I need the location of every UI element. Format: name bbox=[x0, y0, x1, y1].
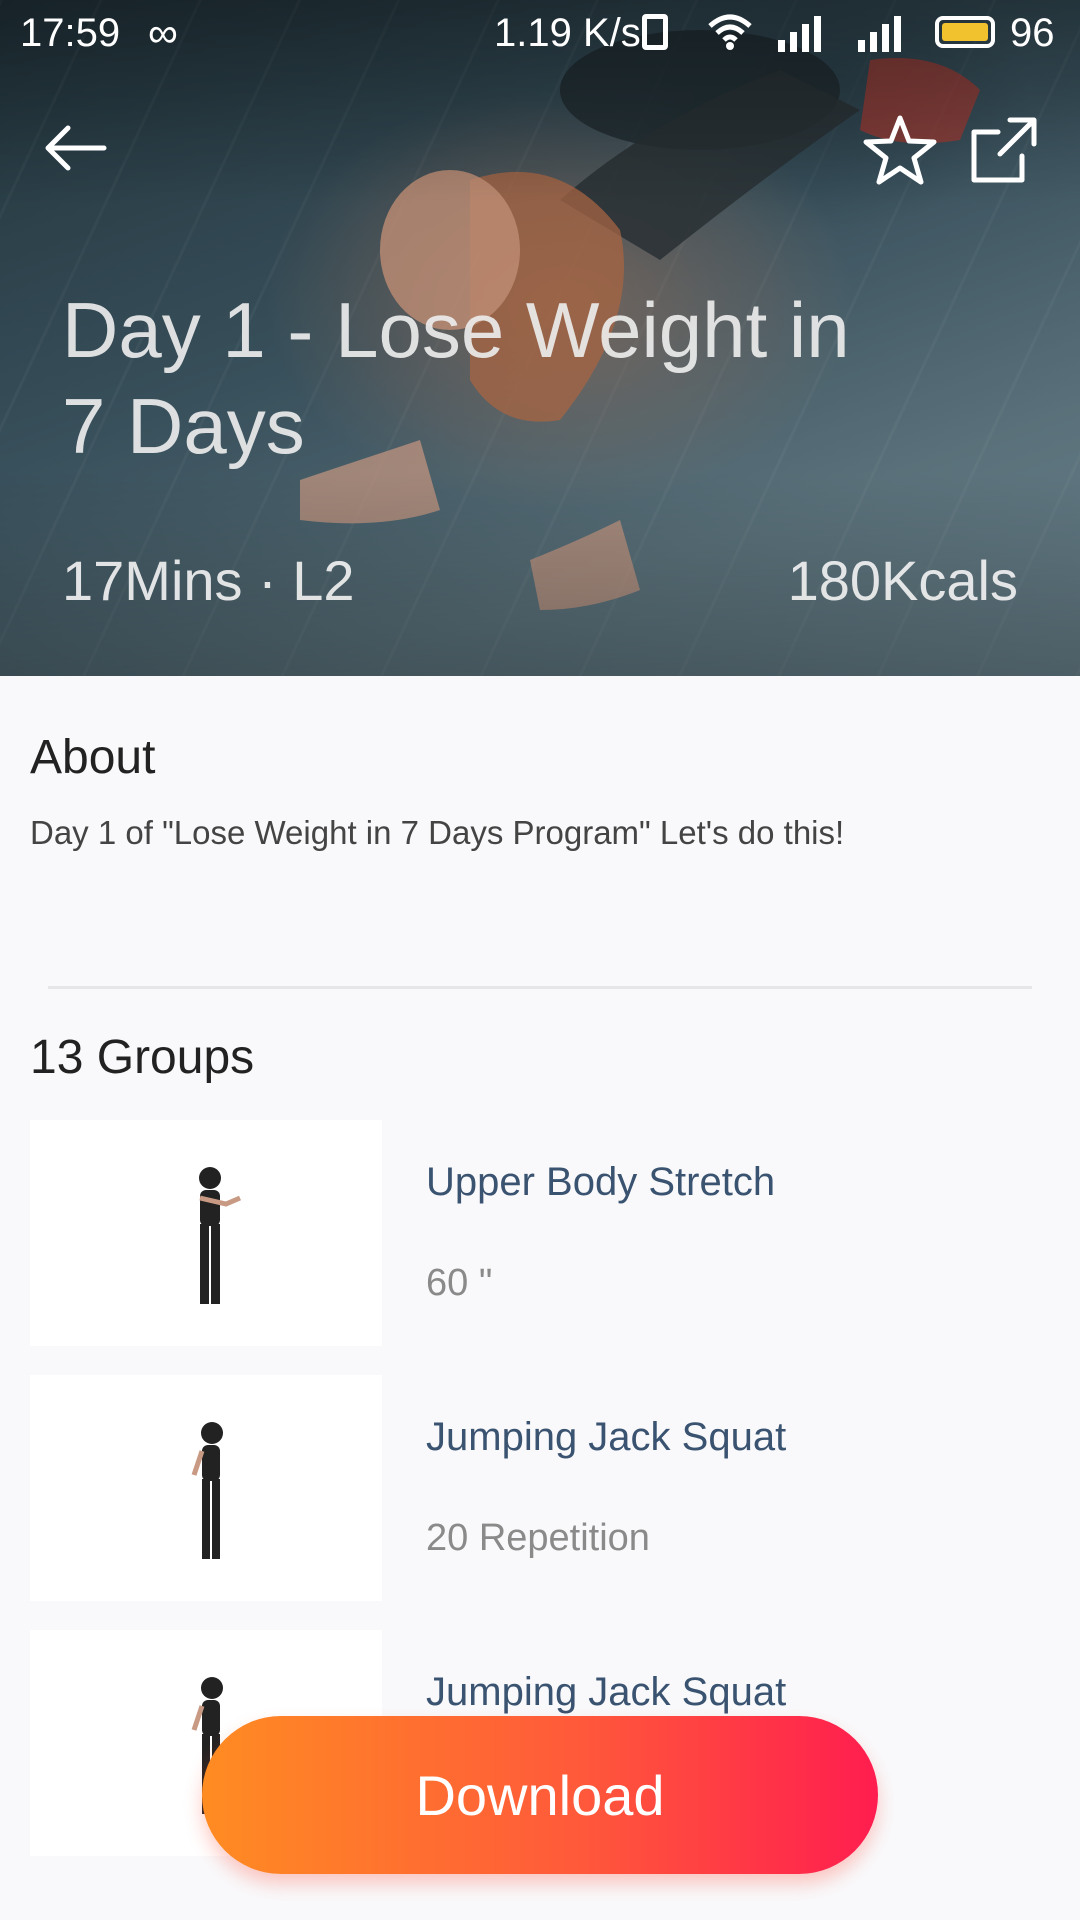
star-icon bbox=[863, 115, 937, 185]
exercise-detail: 20 Repetition bbox=[426, 1517, 650, 1559]
about-description: Day 1 of "Lose Weight in 7 Days Program"… bbox=[30, 814, 845, 851]
exercise-figure-image bbox=[199, 1167, 241, 1304]
exercise-item[interactable]: Upper Body Stretch 60 " bbox=[30, 1120, 1050, 1346]
status-time: 17:59 bbox=[20, 11, 121, 55]
hero-banner: 17:59 ∞ 1.19 K/s 96 Day 1 - Lose Weight … bbox=[0, 0, 1080, 676]
exercise-name: Jumping Jack Squat bbox=[426, 1415, 787, 1459]
workout-title: Day 1 - Lose Weight in 7 Days bbox=[62, 286, 850, 470]
workout-duration-level: 17Mins · L2 bbox=[62, 549, 355, 612]
groups-heading: 13 Groups bbox=[30, 1031, 255, 1084]
back-button[interactable] bbox=[40, 118, 110, 178]
exercise-name: Jumping Jack Squat bbox=[426, 1670, 787, 1714]
exercise-detail: 60 " bbox=[426, 1262, 493, 1304]
network-speed: 1.19 K/s bbox=[494, 11, 641, 55]
signal-3g-icon bbox=[858, 16, 901, 52]
exercise-name: Upper Body Stretch bbox=[426, 1160, 776, 1204]
back-arrow-icon bbox=[45, 125, 107, 171]
loop-icon: ∞ bbox=[148, 9, 178, 56]
signal-4g-icon bbox=[778, 16, 821, 52]
vibrate-icon bbox=[642, 14, 668, 50]
exercise-item[interactable]: Jumping Jack Squat 20 Repetition bbox=[30, 1375, 1050, 1601]
exercise-thumbnail bbox=[30, 1120, 382, 1346]
battery-level: 96 bbox=[1010, 11, 1055, 55]
download-button[interactable]: Download bbox=[202, 1716, 878, 1874]
battery-fill bbox=[942, 23, 988, 41]
share-icon bbox=[971, 117, 1037, 183]
about-heading: About bbox=[30, 731, 156, 784]
exercise-thumbnail bbox=[30, 1375, 382, 1601]
status-bar: 17:59 ∞ 1.19 K/s 96 bbox=[0, 0, 1080, 66]
wifi-icon bbox=[708, 14, 752, 50]
exercise-figure-image bbox=[191, 1422, 223, 1559]
battery-icon bbox=[935, 16, 995, 48]
share-button[interactable] bbox=[970, 116, 1038, 184]
favorite-button[interactable] bbox=[862, 112, 938, 188]
section-divider bbox=[48, 986, 1032, 989]
workout-calories: 180Kcals bbox=[787, 549, 1018, 612]
